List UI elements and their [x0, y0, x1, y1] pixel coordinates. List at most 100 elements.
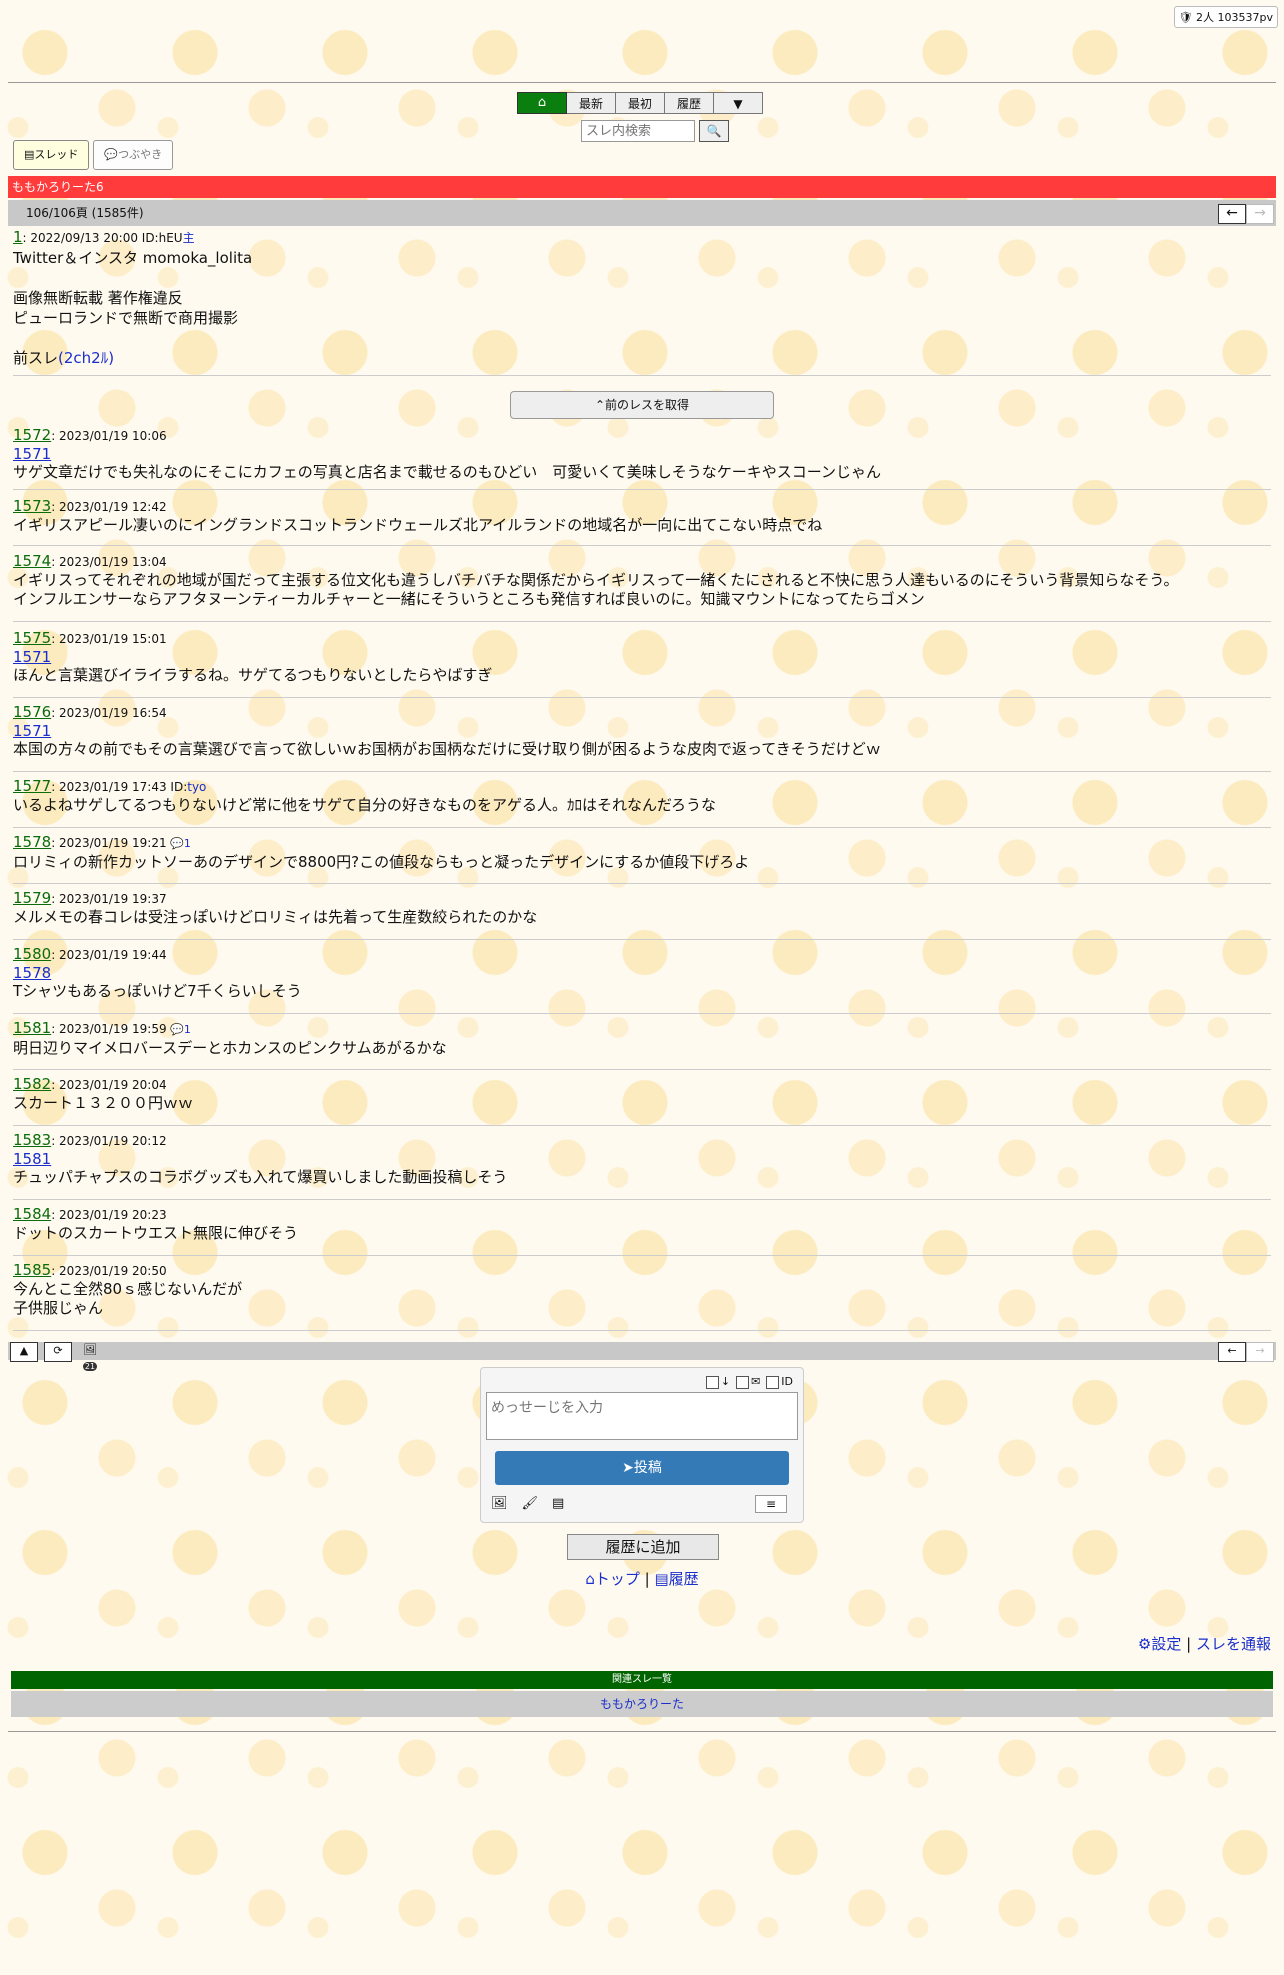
post-number[interactable]: 1579	[13, 889, 51, 907]
message-input[interactable]	[486, 1392, 798, 1440]
post-meta: : 2023/01/19 20:50	[51, 1264, 167, 1278]
post-item: 1581: 2023/01/19 19:59 💬1 明日辺りマイメロバースデーとホ…	[13, 1019, 1271, 1058]
op-number[interactable]: 1	[13, 228, 23, 246]
post-number[interactable]: 1578	[13, 833, 51, 851]
reply-anchor-link[interactable]: 1571	[13, 722, 1271, 740]
reply-anchor-link[interactable]: 1571	[13, 445, 1271, 463]
send-icon: ➤	[622, 1460, 634, 1476]
prev-page-button-bottom[interactable]: ←	[1218, 1342, 1246, 1362]
post-body: メルメモの春コレは受注っぽいけどロリミィは先着って生産数絞られたのかな	[13, 908, 538, 926]
related-thread-item: ももかろりーた	[11, 1691, 1273, 1717]
reply-anchor-link[interactable]: 1578	[13, 964, 1271, 982]
reply-count-badge: 💬1	[167, 1023, 191, 1036]
post-body: ほんと言葉選びイライラするね。サゲてるつもりないとしたらやばすぎ	[13, 666, 493, 684]
top-divider	[8, 82, 1276, 83]
search-input[interactable]	[581, 120, 695, 142]
post-item: 1578: 2023/01/19 19:21 💬1 ロリミィの新作カットソーあのデ…	[13, 833, 1271, 872]
bookmark-icon: ▤	[654, 1570, 669, 1588]
scroll-top-button[interactable]: ▲	[10, 1342, 38, 1362]
history-button[interactable]: 履歴	[665, 92, 714, 114]
post-item: 1573: 2023/01/19 12:42 イギリスアピール凄いのにイングランド…	[13, 497, 1271, 535]
reply-count-link[interactable]: 1	[184, 1023, 191, 1036]
add-to-history-button[interactable]: 履歴に追加	[567, 1534, 719, 1560]
divider	[13, 1125, 1271, 1126]
post-header: 1582: 2023/01/19 20:04	[13, 1075, 1271, 1094]
reload-icon: ⟳	[53, 1344, 63, 1357]
post-number[interactable]: 1575	[13, 629, 51, 647]
submit-button[interactable]: ➤投稿	[495, 1451, 789, 1485]
first-button[interactable]: 最初	[616, 92, 665, 114]
post-number[interactable]: 1584	[13, 1205, 51, 1223]
next-page-button[interactable]: →	[1246, 204, 1274, 224]
shield-icon: 🛡	[1178, 11, 1193, 24]
post-body: 今んとこ全然80ｓ感じないんだが 子供服じゃん	[13, 1280, 243, 1317]
post-meta: : 2023/01/19 19:21	[51, 836, 167, 850]
post-number[interactable]: 1576	[13, 703, 51, 721]
home-button[interactable]: ⌂	[517, 92, 567, 114]
mail-option[interactable]: ✉	[736, 1375, 760, 1389]
search-button[interactable]: 🔍	[699, 120, 729, 142]
post-item: 1583: 2023/01/19 20:12 1581 チュッパチャプスのコラボグッ…	[13, 1131, 1271, 1187]
reply-anchor-link[interactable]: 1571	[13, 648, 1271, 666]
reply-anchor-link[interactable]: 1581	[13, 1150, 1271, 1168]
reload-button[interactable]: ⟳	[44, 1342, 72, 1362]
image-upload-icon[interactable]: 🖼	[491, 1496, 508, 1511]
settings-link[interactable]: ⚙設定	[1138, 1635, 1181, 1653]
history-link[interactable]: ▤履歴	[654, 1570, 698, 1588]
post-meta: : 2023/01/19 15:01	[51, 632, 167, 646]
more-dropdown-button[interactable]: ▼	[714, 92, 763, 114]
paint-brush-icon[interactable]: 🖌	[522, 1496, 539, 1511]
report-link[interactable]: スレを通報	[1196, 1635, 1271, 1653]
page-info: 106/106頁 (1585件)	[26, 206, 144, 220]
post-number[interactable]: 1583	[13, 1131, 51, 1149]
bottom-links: ⌂トップ | ▤履歴	[0, 1568, 1284, 1589]
prev-page-button[interactable]: ←	[1218, 204, 1246, 224]
post-options: ↓ ✉ ID	[705, 1375, 793, 1389]
submit-label: 投稿	[633, 1460, 662, 1476]
tab-thread-label: スレッド	[34, 148, 79, 161]
owner-mark[interactable]: 主	[183, 231, 195, 245]
post-item: 1572: 2023/01/19 10:06 1571 サゲ文章だけでも失礼なのにそ…	[13, 426, 1271, 482]
post-item: 1574: 2023/01/19 13:04 イギリスってそれぞれの地域が国だって…	[13, 552, 1271, 609]
post-number[interactable]: 1572	[13, 426, 51, 444]
post-number[interactable]: 1574	[13, 552, 51, 570]
load-previous-label: 前のレスを取得	[605, 398, 690, 412]
divider	[13, 1013, 1271, 1014]
post-header: 1579: 2023/01/19 19:37	[13, 889, 1271, 908]
latest-button[interactable]: 最新	[567, 92, 616, 114]
template-icon[interactable]: ▤	[552, 1496, 564, 1511]
top-link[interactable]: ⌂トップ	[585, 1570, 640, 1588]
search-icon: 🔍	[706, 124, 722, 138]
post-item: 1575: 2023/01/19 15:01 1571 ほんと言葉選びイライラするね…	[13, 629, 1271, 685]
post-header: 1572: 2023/01/19 10:06	[13, 426, 1271, 445]
pageview-text: 2人 103537pv	[1196, 11, 1273, 24]
images-count-badge: 21	[82, 1362, 98, 1371]
next-page-button-bottom[interactable]: →	[1246, 1342, 1274, 1362]
load-previous-button[interactable]: ⌃前のレスを取得	[510, 391, 774, 419]
sage-option[interactable]: ↓	[705, 1375, 730, 1389]
divider	[13, 1069, 1271, 1070]
post-number[interactable]: 1573	[13, 497, 51, 515]
post-number[interactable]: 1577	[13, 777, 51, 795]
prev-thread-link[interactable]: (2ch2ﾙ)	[58, 349, 114, 367]
tab-thread[interactable]: ▤スレッド	[13, 140, 90, 170]
id-option[interactable]: ID	[766, 1375, 793, 1389]
images-button[interactable]: 🖼 21	[76, 1342, 104, 1371]
chevrons-up-icon: ⌃	[594, 398, 606, 412]
post-body: イギリスアピール凄いのにイングランドスコットランドウェールズ北アイルランドの地域…	[13, 516, 823, 534]
related-thread-link[interactable]: ももかろりーた	[600, 1697, 684, 1711]
post-header: 1585: 2023/01/19 20:50	[13, 1261, 1271, 1280]
post-number[interactable]: 1580	[13, 945, 51, 963]
post-id-link[interactable]: tyo	[187, 780, 206, 794]
tab-murmur[interactable]: 💬つぶやき	[93, 140, 174, 170]
post-body: 明日辺りマイメロバースデーとホカンスのピンクサムあがるかな	[13, 1039, 447, 1057]
post-body: いるよねサゲしてるつもりないけど常に他をサゲて自分の好きなものをアゲる人。ｶﾛは…	[13, 796, 717, 814]
post-item: 1580: 2023/01/19 19:44 1578 Tシャツもあるっぽいけど7千…	[13, 945, 1271, 1001]
post-number[interactable]: 1581	[13, 1019, 51, 1037]
post-meta: : 2023/01/19 20:23	[51, 1208, 167, 1222]
reply-count-link[interactable]: 1	[184, 837, 191, 850]
post-number[interactable]: 1585	[13, 1261, 51, 1279]
form-menu-button[interactable]: ≡	[755, 1495, 787, 1513]
post-header: 1583: 2023/01/19 20:12	[13, 1131, 1271, 1150]
post-number[interactable]: 1582	[13, 1075, 51, 1093]
